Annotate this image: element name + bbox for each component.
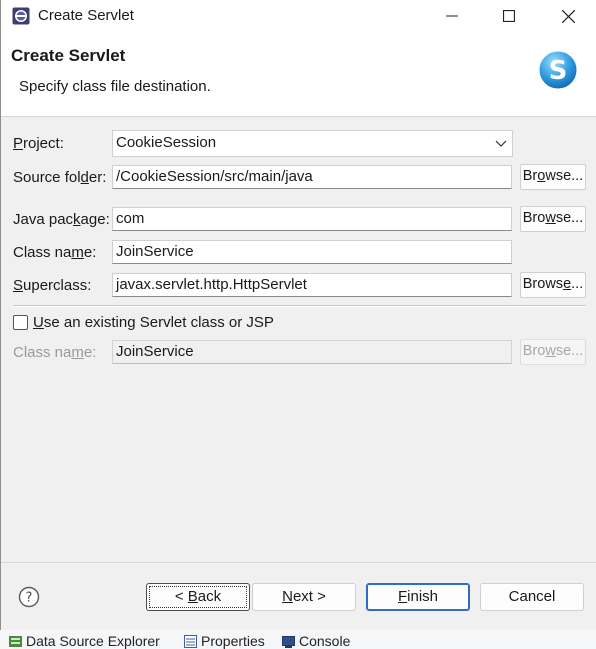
banner-title: Create Servlet (11, 46, 126, 65)
project-select[interactable]: CookieSession (112, 130, 513, 157)
maximize-button[interactable] (486, 0, 532, 32)
help-icon[interactable]: ? (18, 586, 40, 608)
java-package-input[interactable]: com (112, 207, 512, 231)
existing-class-name-input: JoinService (112, 340, 512, 364)
existing-class-name-label: Class name: (13, 344, 97, 361)
next-button[interactable]: Next > (252, 583, 356, 611)
project-label: Project: (13, 135, 64, 152)
create-servlet-dialog: Create Servlet Create Servlet Specify cl… (0, 0, 596, 630)
footer-separator (1, 562, 596, 563)
window-title: Create Servlet (38, 7, 134, 24)
back-button[interactable]: < Back (146, 583, 250, 611)
existing-class-browse-button: Browse... (520, 339, 586, 365)
servlet-logo-icon: S (536, 48, 580, 92)
tab-console[interactable]: Console (282, 633, 350, 649)
source-folder-browse-button[interactable]: Browse... (520, 164, 586, 190)
svg-text:S: S (549, 56, 568, 86)
use-existing-checkbox[interactable] (13, 315, 28, 330)
form-separator (13, 305, 586, 307)
class-name-input[interactable]: JoinService (112, 240, 512, 264)
banner-subtitle: Specify class file destination. (19, 78, 211, 95)
project-select-value: CookieSession (116, 134, 217, 151)
source-folder-label: Source folder: (13, 169, 107, 186)
background-view-tabs: Data Source Explorer Properties Console (0, 630, 596, 649)
close-icon (561, 9, 575, 23)
tab-label: Data Source Explorer (26, 633, 160, 649)
superclass-input[interactable]: javax.servlet.http.HttpServlet (112, 273, 512, 297)
tab-data-source-explorer[interactable]: Data Source Explorer (9, 633, 160, 649)
class-name-label: Class name: (13, 244, 97, 261)
minimize-icon (446, 15, 458, 17)
java-package-browse-button[interactable]: Browse... (520, 206, 586, 232)
cancel-button[interactable]: Cancel (480, 583, 584, 611)
tab-label: Properties (201, 633, 265, 649)
tab-label: Console (299, 633, 351, 649)
finish-button[interactable]: Finish (366, 583, 470, 611)
svg-text:?: ? (26, 591, 33, 606)
wizard-banner: Create Servlet Specify class file destin… (1, 32, 596, 117)
console-icon (282, 635, 295, 648)
maximize-icon (503, 10, 515, 22)
minimize-button[interactable] (429, 0, 475, 32)
eclipse-icon (12, 7, 30, 25)
use-existing-label[interactable]: Use an existing Servlet class or JSP (33, 314, 274, 331)
source-folder-input[interactable]: /CookieSession/src/main/java (112, 165, 512, 189)
superclass-browse-button[interactable]: Browse... (520, 272, 586, 298)
properties-icon (184, 634, 197, 648)
java-package-label: Java package: (13, 211, 110, 228)
title-bar: Create Servlet (1, 0, 596, 32)
data-source-icon (9, 635, 22, 647)
tab-properties[interactable]: Properties (184, 633, 265, 649)
close-button[interactable] (545, 0, 591, 32)
chevron-down-icon (495, 140, 507, 147)
superclass-label: Superclass: (13, 277, 92, 294)
